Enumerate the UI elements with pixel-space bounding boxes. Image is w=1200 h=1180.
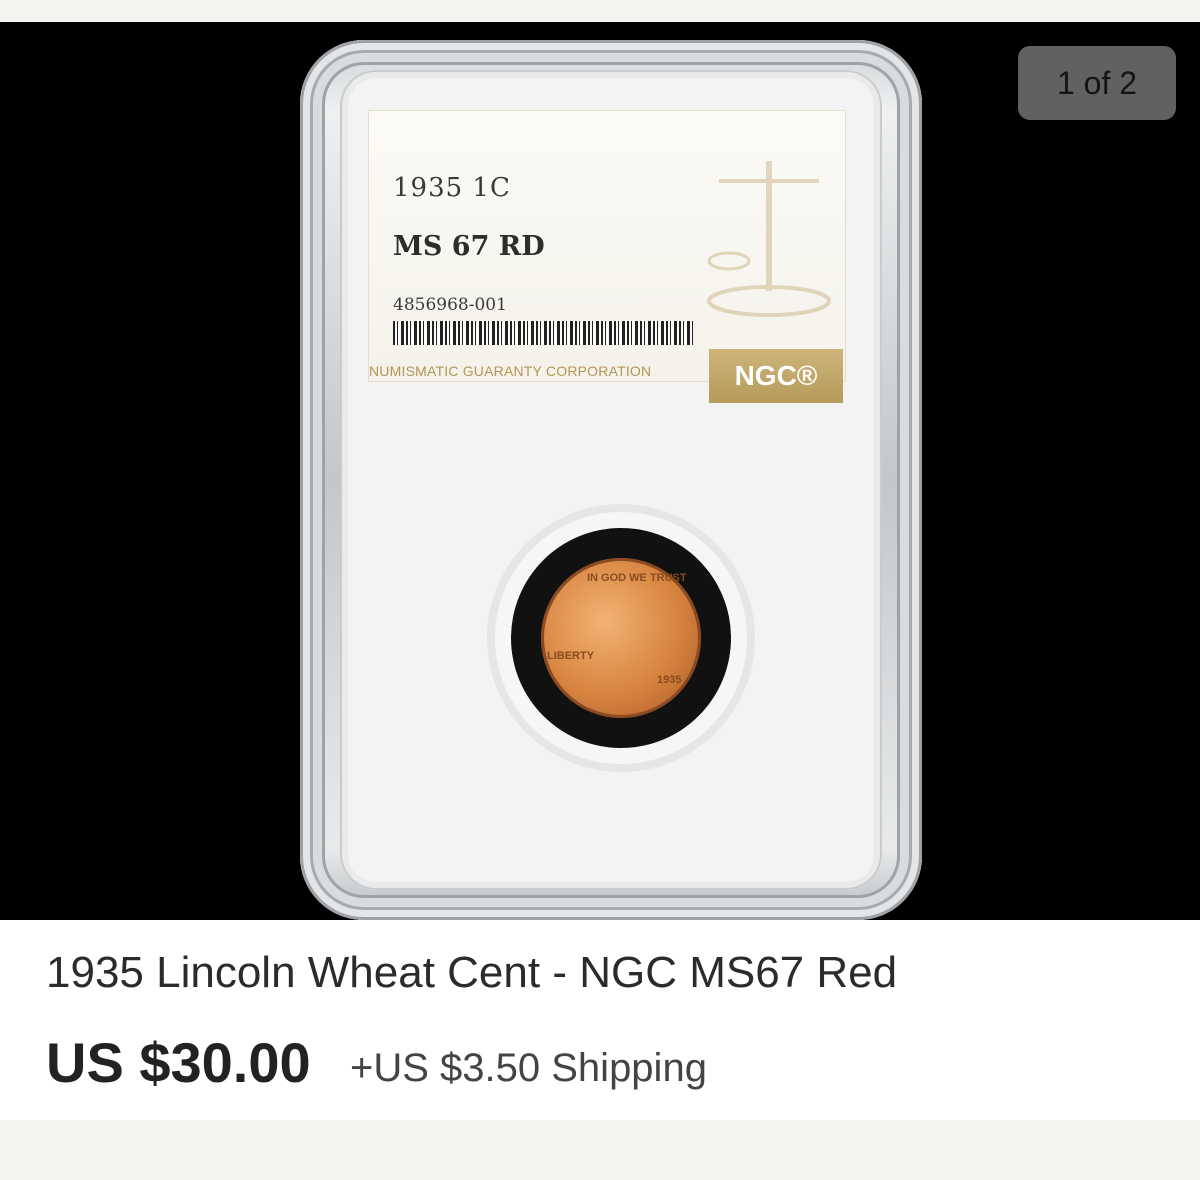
listing-price: US $30.00 (46, 1031, 311, 1094)
label-year-denomination: 1935 1C (393, 173, 511, 203)
label-cert-number: 4856968-001 (393, 295, 507, 315)
coin-date: 1935 (657, 674, 682, 686)
label-grade: MS 67 RD (393, 231, 545, 262)
label-corporation: NUMISMATIC GUARANTY CORPORATION (369, 363, 652, 379)
ngc-logo: NGC® (709, 349, 843, 403)
listing-title[interactable]: 1935 Lincoln Wheat Cent - NGC MS67 Red (46, 948, 897, 998)
slab-inner: 1935 1C MS 67 RD 4856968-001 NUMISMATIC … (340, 70, 882, 890)
coin-motto: IN GOD WE TRUST (587, 572, 687, 584)
image-counter: 1 of 2 (1018, 46, 1176, 120)
barcode (393, 321, 693, 345)
top-strip (0, 0, 1200, 22)
coin-image: IN GOD WE TRUST LIBERTY 1935 (541, 558, 701, 718)
slab-label: 1935 1C MS 67 RD 4856968-001 NUMISMATIC … (368, 110, 846, 403)
coin-area: IN GOD WE TRUST LIBERTY 1935 (511, 510, 731, 770)
listing-photo[interactable]: 1935 1C MS 67 RD 4856968-001 NUMISMATIC … (0, 22, 1200, 920)
scales-icon (707, 161, 831, 317)
shipping-cost: +US $3.50 Shipping (350, 1046, 707, 1090)
coin-slab: 1935 1C MS 67 RD 4856968-001 NUMISMATIC … (300, 40, 922, 920)
coin-liberty: LIBERTY (547, 650, 595, 662)
